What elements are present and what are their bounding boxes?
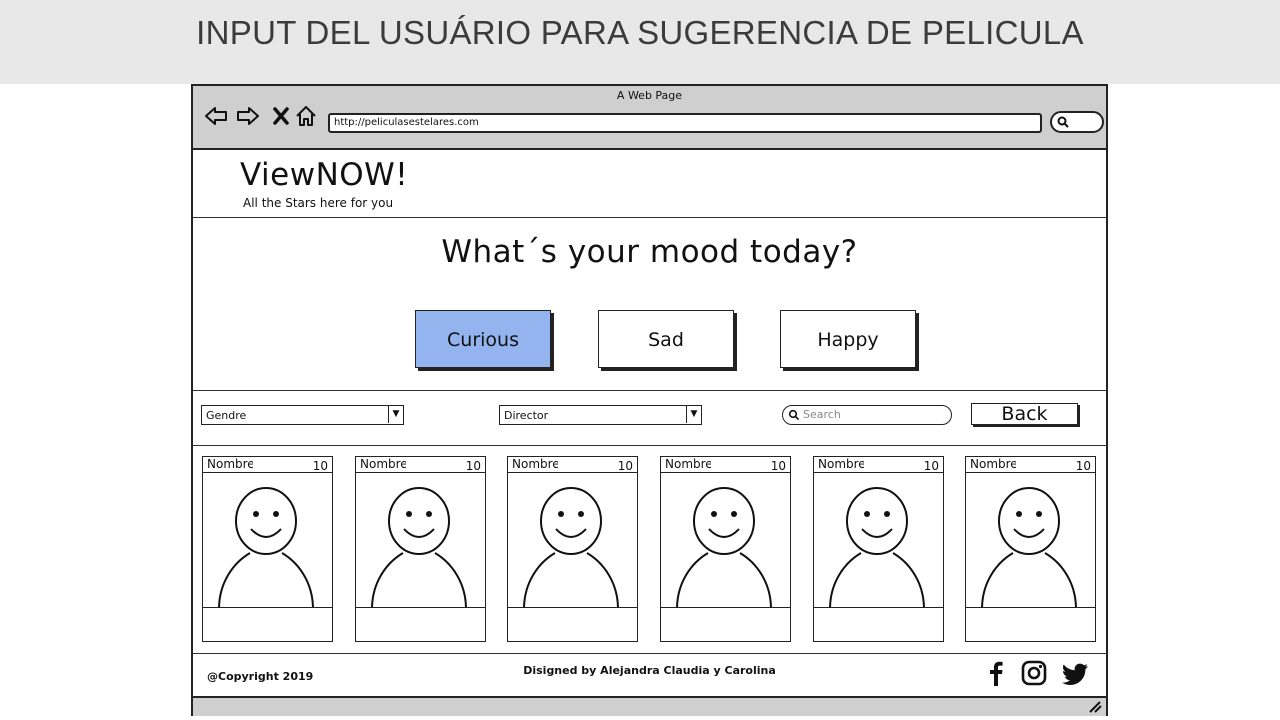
site-logo[interactable]: ViewNOW! bbox=[240, 157, 408, 193]
movie-poster[interactable] bbox=[813, 472, 944, 608]
resize-grip-icon[interactable] bbox=[1088, 701, 1102, 713]
chevron-down-icon: ▼ bbox=[388, 406, 403, 423]
movie-name: Nombre bbox=[818, 457, 864, 471]
movie-poster[interactable] bbox=[202, 472, 333, 608]
window-title: A Web Page bbox=[616, 89, 683, 102]
slide-title: INPUT DEL USUÁRIO PARA SUGERENCIA DE PEL… bbox=[196, 14, 1084, 51]
person-placeholder-icon bbox=[218, 487, 314, 607]
movie-card-footer bbox=[202, 608, 333, 642]
back-button[interactable]: Back bbox=[971, 403, 1078, 425]
mood-curious-button[interactable]: Curious bbox=[415, 310, 551, 368]
person-placeholder-icon bbox=[676, 487, 772, 607]
mood-section: What´s your mood today? Curious Sad Happ… bbox=[193, 218, 1106, 391]
movie-card[interactable]: Nombre 10 bbox=[202, 456, 333, 642]
person-placeholder-icon bbox=[523, 487, 619, 607]
movie-card-footer bbox=[965, 608, 1096, 642]
movie-poster[interactable] bbox=[507, 472, 638, 608]
browser-statusbar bbox=[193, 696, 1106, 716]
movie-poster[interactable] bbox=[660, 472, 791, 608]
search-icon bbox=[1057, 116, 1069, 128]
movie-name: Nombre bbox=[512, 457, 558, 471]
movie-name: Nombre bbox=[665, 457, 711, 471]
movie-card[interactable]: Nombre 10 bbox=[965, 456, 1096, 642]
close-icon[interactable] bbox=[269, 104, 293, 128]
facebook-icon[interactable] bbox=[982, 659, 1010, 687]
director-select-value: Director bbox=[504, 409, 549, 422]
director-select[interactable]: Director ▼ bbox=[499, 405, 702, 425]
movie-grid: Nombre 10 Nombre 10 Nombre 10 Nombre 10 … bbox=[193, 454, 1106, 644]
genre-select[interactable]: Gendre ▼ bbox=[201, 405, 404, 425]
search-placeholder: Search bbox=[803, 408, 841, 421]
filter-bar: Gendre ▼ Director ▼ Search Back bbox=[193, 391, 1106, 446]
person-placeholder-icon bbox=[829, 487, 925, 607]
search-input[interactable]: Search bbox=[782, 405, 952, 425]
mood-happy-button[interactable]: Happy bbox=[780, 310, 916, 368]
movie-name: Nombre bbox=[207, 457, 253, 471]
movie-card[interactable]: Nombre 10 bbox=[507, 456, 638, 642]
genre-select-value: Gendre bbox=[206, 409, 247, 422]
movie-poster[interactable] bbox=[965, 472, 1096, 608]
movie-card-footer bbox=[507, 608, 638, 642]
credits-text: Disigned by Alejandra Claudia y Carolina bbox=[523, 664, 776, 677]
browser-chrome: A Web Page http://peliculasestelares.com bbox=[193, 86, 1106, 150]
search-icon bbox=[788, 409, 800, 421]
movie-card[interactable]: Nombre 10 bbox=[813, 456, 944, 642]
forward-arrow-icon[interactable] bbox=[236, 104, 260, 128]
movie-card[interactable]: Nombre 10 bbox=[660, 456, 791, 642]
address-bar[interactable]: http://peliculasestelares.com bbox=[328, 113, 1042, 133]
movie-card-header: Nombre 10 bbox=[507, 456, 638, 473]
movie-card[interactable]: Nombre 10 bbox=[355, 456, 486, 642]
chevron-down-icon: ▼ bbox=[686, 406, 701, 423]
instagram-icon[interactable] bbox=[1020, 659, 1048, 687]
mood-question: What´s your mood today? bbox=[441, 234, 858, 270]
movie-name: Nombre bbox=[970, 457, 1016, 471]
movie-card-header: Nombre 10 bbox=[813, 456, 944, 473]
movie-card-footer bbox=[355, 608, 486, 642]
movie-name: Nombre bbox=[360, 457, 406, 471]
site-header: ViewNOW! All the Stars here for you bbox=[193, 150, 1106, 218]
movie-card-footer bbox=[813, 608, 944, 642]
back-arrow-icon[interactable] bbox=[204, 104, 228, 128]
movie-card-header: Nombre 10 bbox=[965, 456, 1096, 473]
movie-poster[interactable] bbox=[355, 472, 486, 608]
home-icon[interactable] bbox=[294, 104, 318, 128]
person-placeholder-icon bbox=[371, 487, 467, 607]
movie-card-header: Nombre 10 bbox=[660, 456, 791, 473]
person-placeholder-icon bbox=[981, 487, 1077, 607]
mood-sad-button[interactable]: Sad bbox=[598, 310, 734, 368]
movie-card-footer bbox=[660, 608, 791, 642]
site-footer: @Copyright 2019 Disigned by Alejandra Cl… bbox=[193, 653, 1106, 697]
browser-window: A Web Page http://peliculasestelares.com… bbox=[191, 84, 1108, 716]
site-tagline: All the Stars here for you bbox=[243, 196, 394, 210]
browser-search[interactable] bbox=[1050, 111, 1104, 133]
movie-card-header: Nombre 10 bbox=[202, 456, 333, 473]
movie-card-header: Nombre 10 bbox=[355, 456, 486, 473]
twitter-icon[interactable] bbox=[1062, 659, 1090, 687]
